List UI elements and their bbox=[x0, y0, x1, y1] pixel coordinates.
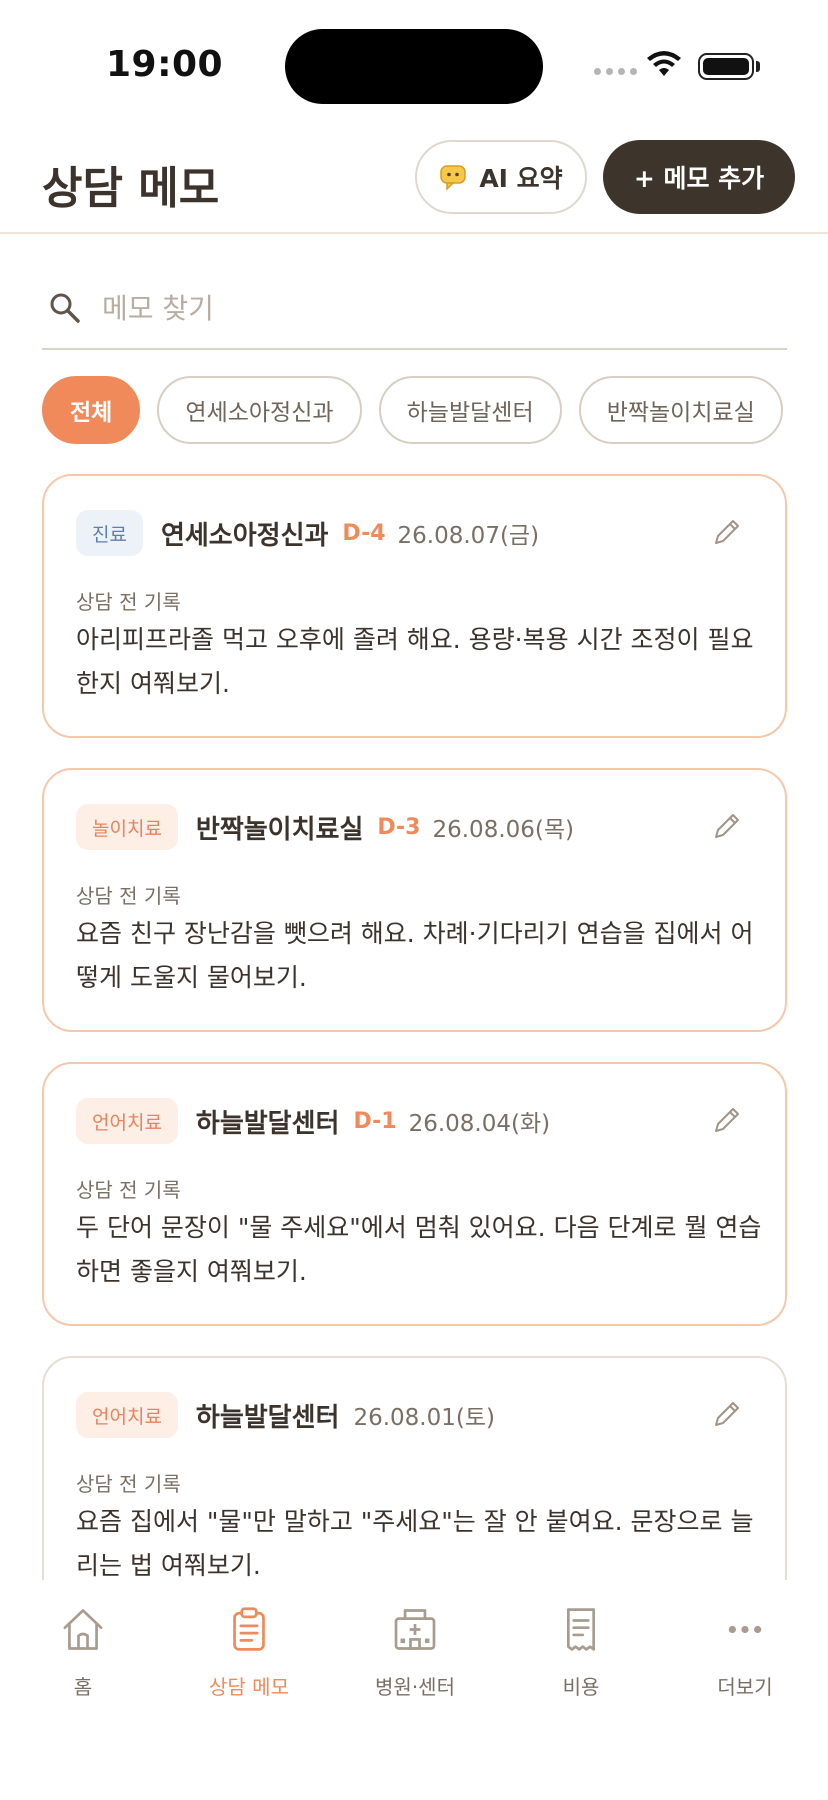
memo-date: 26.08.04(화) bbox=[408, 1111, 551, 1137]
memo-text: 요즘 친구 장난감을 뺏으려 해요. 차례·기다리기 연습을 집에서 어떻게 도… bbox=[76, 919, 754, 992]
tab-memo[interactable]: 상담 메모 bbox=[166, 1580, 332, 1700]
memo-label: 상담 전 기록 bbox=[76, 1178, 181, 1202]
memo-label: 상담 전 기록 bbox=[76, 1472, 181, 1496]
memo-text: 요즘 집에서 "물"만 말하고 "주세요"는 잘 안 붙여요. 문장으로 늘리는… bbox=[76, 1507, 754, 1580]
pencil-icon[interactable] bbox=[711, 810, 743, 842]
clipboard-icon bbox=[233, 1607, 265, 1651]
bottom-tab-bar: 홈 상담 메모 병원·센터 비용 더보기 bbox=[0, 1580, 828, 1800]
pencil-icon[interactable] bbox=[711, 1398, 743, 1430]
receipt-icon bbox=[566, 1608, 596, 1651]
memo-date: 26.08.01(토) bbox=[353, 1405, 495, 1431]
memo-date: 26.08.06(목) bbox=[432, 817, 575, 843]
hospital-icon bbox=[394, 1609, 436, 1650]
memo-card[interactable]: 언어치료 하늘발달센터 D-1 26.08.04(화) 상담 전 기록 두 단어… bbox=[42, 1062, 787, 1326]
tab-label: 홈 bbox=[73, 1675, 93, 1699]
category-tag: 진료 bbox=[76, 510, 143, 556]
place-name: 연세소아정신과 bbox=[160, 520, 329, 551]
more-icon bbox=[728, 1625, 762, 1634]
category-tag: 놀이치료 bbox=[76, 804, 178, 850]
pencil-icon[interactable] bbox=[711, 516, 743, 548]
memo-list: 진료 연세소아정신과 D-4 26.08.07(금) 상담 전 기록 아리피프라… bbox=[0, 0, 828, 1580]
tab-hospital[interactable]: 병원·센터 bbox=[332, 1580, 498, 1700]
memo-text: 두 단어 문장이 "물 주세요"에서 멈춰 있어요. 다음 단계로 뭘 연습하면… bbox=[76, 1213, 762, 1286]
memo-card[interactable]: 언어치료 하늘발달센터 26.08.01(토) 상담 전 기록 요즘 집에서 "… bbox=[42, 1356, 787, 1580]
tab-label: 더보기 bbox=[717, 1675, 773, 1699]
home-icon bbox=[63, 1609, 103, 1650]
tab-label: 비용 bbox=[562, 1675, 600, 1699]
tab-label: 상담 메모 bbox=[209, 1675, 289, 1699]
memo-card[interactable]: 진료 연세소아정신과 D-4 26.08.07(금) 상담 전 기록 아리피프라… bbox=[42, 474, 787, 738]
tab-label: 병원·센터 bbox=[375, 1675, 455, 1699]
tab-home[interactable]: 홈 bbox=[0, 1580, 166, 1700]
memo-date: 26.08.07(금) bbox=[397, 523, 540, 549]
category-tag: 언어치료 bbox=[76, 1392, 178, 1438]
place-name: 하늘발달센터 bbox=[195, 1402, 340, 1433]
category-tag: 언어치료 bbox=[76, 1098, 178, 1144]
memo-label: 상담 전 기록 bbox=[76, 590, 181, 614]
pencil-icon[interactable] bbox=[711, 1104, 743, 1136]
place-name: 하늘발달센터 bbox=[195, 1108, 340, 1139]
memo-card[interactable]: 놀이치료 반짝놀이치료실 D-3 26.08.06(목) 상담 전 기록 요즘 … bbox=[42, 768, 787, 1032]
memo-label: 상담 전 기록 bbox=[76, 884, 181, 908]
memo-text: 아리피프라졸 먹고 오후에 졸려 해요. 용량·복용 시간 조정이 필요한지 여… bbox=[76, 625, 754, 698]
tab-more[interactable]: 더보기 bbox=[662, 1580, 828, 1700]
dday-badge: D-4 bbox=[342, 520, 386, 546]
dday-badge: D-3 bbox=[377, 814, 421, 840]
dday-badge: D-1 bbox=[353, 1108, 397, 1134]
place-name: 반짝놀이치료실 bbox=[195, 814, 364, 845]
tab-cost[interactable]: 비용 bbox=[498, 1580, 664, 1700]
